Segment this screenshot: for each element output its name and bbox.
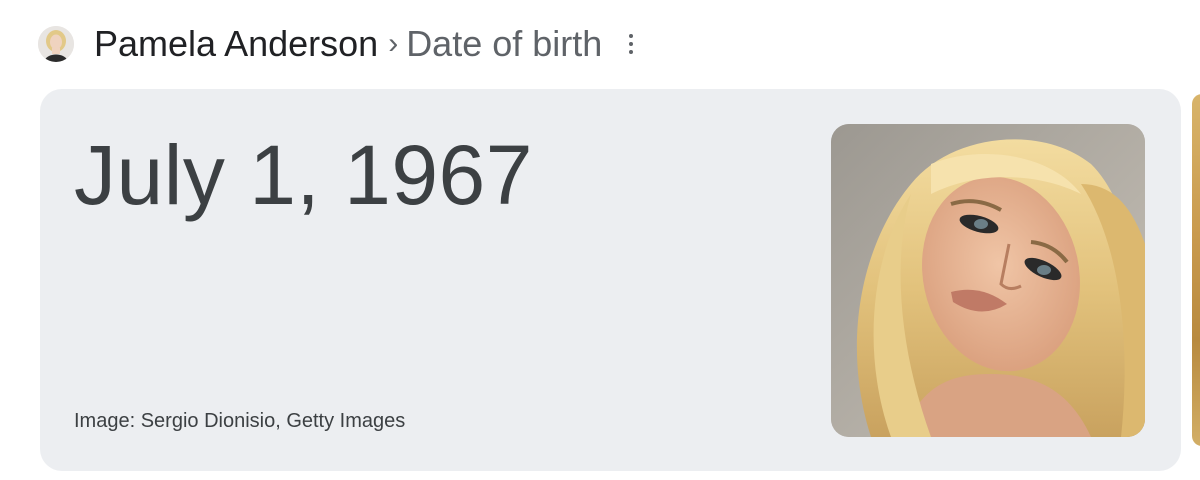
more-options-button[interactable]: [620, 26, 642, 62]
more-vert-icon: [629, 34, 634, 38]
entity-name-link[interactable]: Pamela Anderson: [94, 22, 378, 66]
breadcrumb-separator-icon: ›: [388, 27, 399, 60]
portrait-image: [831, 124, 1145, 437]
more-vert-icon-dot: [629, 42, 634, 46]
entity-photo[interactable]: [831, 124, 1145, 437]
breadcrumb: Pamela Anderson › Date of birth: [38, 22, 642, 66]
image-credit: Image: Sergio Dionisio, Getty Images: [74, 410, 406, 432]
next-card-preview[interactable]: [1192, 94, 1200, 446]
attribute-label: Date of birth: [406, 23, 603, 64]
more-vert-icon-dot: [629, 50, 634, 54]
answer-card: July 1, 1967 Image: Sergio Dionisio, Get…: [40, 89, 1181, 471]
entity-avatar[interactable]: [38, 26, 74, 62]
answer-value: July 1, 1967: [74, 128, 533, 222]
person-avatar-icon: [38, 26, 74, 62]
